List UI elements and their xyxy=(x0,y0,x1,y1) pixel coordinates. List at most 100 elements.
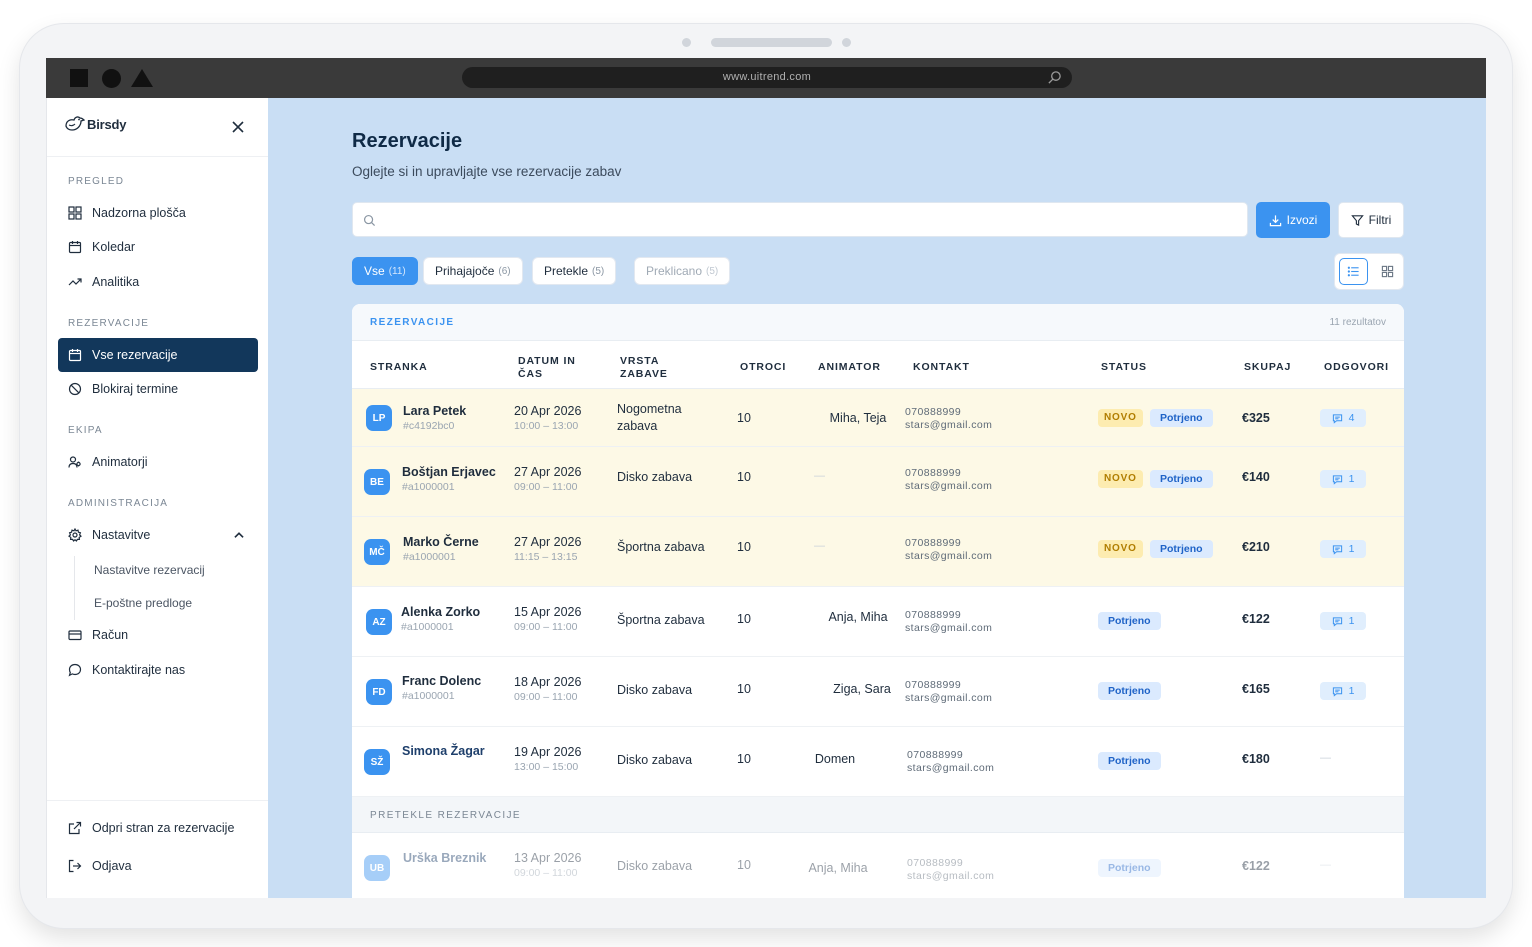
replies-button[interactable]: 1 xyxy=(1320,470,1366,488)
kids-count: 10 xyxy=(737,612,751,626)
search-box[interactable] xyxy=(352,202,1248,237)
column-header-status[interactable]: STATUS xyxy=(1101,361,1147,374)
tab-count: (6) xyxy=(498,265,511,277)
tab-past[interactable]: Pretekle (5) xyxy=(532,257,617,285)
party-type: Disko zabava xyxy=(617,753,693,767)
sidebar-item-contact[interactable]: Kontaktirajte nas xyxy=(58,653,258,687)
new-badge: NOVO xyxy=(1098,540,1143,558)
search-icon[interactable] xyxy=(1047,70,1062,85)
table-row[interactable]: MČ Marko Černe #a1000001 27 Apr 2026 11:… xyxy=(352,517,1404,587)
animator: Ziga, Sara xyxy=(833,682,891,696)
party-type: Disko zabava xyxy=(617,470,693,484)
client-name[interactable]: Urška Breznik xyxy=(403,851,486,865)
sidebar-item-analytics[interactable]: Analitika xyxy=(58,265,258,299)
new-badge: NOVO xyxy=(1098,470,1143,488)
table-row[interactable]: BE Boštjan Erjavec #a1000001 27 Apr 2026… xyxy=(352,447,1404,517)
client-name[interactable]: Marko Černe xyxy=(403,535,479,549)
column-header-kids[interactable]: OTROCI xyxy=(740,361,786,374)
reservation-date: 18 Apr 2026 xyxy=(514,675,582,689)
divider xyxy=(47,800,269,801)
section-label-team: EKIPA xyxy=(68,425,103,436)
table-section-label: REZERVACIJE xyxy=(370,317,455,328)
sidebar-item-account[interactable]: Račun xyxy=(58,618,258,652)
table-row[interactable]: AZ Alenka Zorko #a1000001 15 Apr 2026 09… xyxy=(352,587,1404,657)
close-icon[interactable] xyxy=(231,120,245,134)
search-input[interactable] xyxy=(383,203,1233,236)
sidebar-item-logout[interactable]: Odjava xyxy=(58,849,258,883)
total-amount: €122 xyxy=(1242,612,1270,626)
replies-button[interactable]: 1 xyxy=(1320,682,1366,700)
grid-view-button[interactable] xyxy=(1373,258,1401,285)
sidebar-item-label: Kontaktirajte nas xyxy=(92,663,186,677)
speaker-bar xyxy=(711,38,832,47)
brand-logo[interactable]: Birsdy xyxy=(63,114,126,134)
reservation-time: 09:00 – 11:00 xyxy=(514,481,578,493)
column-header-datetime[interactable]: DATUM IN ČAS xyxy=(518,355,576,381)
table-row[interactable]: SŽ Simona Žagar 19 Apr 2026 13:00 – 15:0… xyxy=(352,727,1404,797)
client-name[interactable]: Simona Žagar xyxy=(402,744,485,758)
column-header-client[interactable]: STRANKA xyxy=(370,361,428,374)
contact-email: stars@gmail.com xyxy=(905,419,993,431)
page-subtitle: Oglejte si in upravljajte vse rezervacij… xyxy=(352,164,622,179)
table-row[interactable]: UB Urška Breznik 13 Apr 2026 09:00 – 11:… xyxy=(352,833,1404,898)
export-button[interactable]: Izvozi xyxy=(1256,202,1330,238)
sidebar-item-label: Račun xyxy=(92,628,129,642)
party-type: Disko zabava xyxy=(617,859,693,873)
screen: www.uitrend.com Birsdy PREGLED Nadzorna … xyxy=(46,58,1486,898)
address-bar[interactable]: www.uitrend.com xyxy=(462,67,1072,88)
chevron-up-icon[interactable] xyxy=(232,528,246,542)
column-header-animator[interactable]: ANIMATOR xyxy=(818,361,881,374)
users-icon xyxy=(68,456,81,468)
status-badge: Potrjeno xyxy=(1150,540,1213,558)
status-badge: Potrjeno xyxy=(1150,470,1213,488)
reservation-time: 09:00 – 11:00 xyxy=(514,867,578,879)
client-name[interactable]: Lara Petek xyxy=(403,404,466,418)
column-header-type[interactable]: VRSTA ZABAVE xyxy=(620,355,668,381)
reservation-time: 09:00 – 11:00 xyxy=(514,691,578,703)
kids-count: 10 xyxy=(737,752,751,766)
gear-icon xyxy=(68,528,82,542)
replies-button[interactable]: 1 xyxy=(1320,540,1366,558)
sidebar-item-label: Blokiraj termine xyxy=(92,382,179,396)
tab-count: (5) xyxy=(706,265,719,277)
reservation-id: #a1000001 xyxy=(403,551,456,563)
url-text: www.uitrend.com xyxy=(722,71,812,83)
replies-button[interactable]: 1 xyxy=(1320,612,1366,630)
submenu-line xyxy=(74,556,75,620)
replies-button[interactable]: 4 xyxy=(1320,409,1366,427)
table-row[interactable]: LP Lara Petek #c4192bc0 20 Apr 2026 10:0… xyxy=(352,389,1404,447)
column-header-replies[interactable]: ODGOVORI xyxy=(1324,361,1389,374)
sidebar-item-open-booking-page[interactable]: Odpri stran za rezervacije xyxy=(58,811,258,845)
client-name[interactable]: Franc Dolenc xyxy=(402,674,481,688)
filter-button[interactable]: Filtri xyxy=(1338,202,1404,238)
sidebar-item-animators[interactable]: Animatorji xyxy=(58,445,258,479)
sidebar-item-settings[interactable]: Nastavitve xyxy=(58,518,258,552)
client-name[interactable]: Alenka Zorko xyxy=(401,605,480,619)
replies-empty: — xyxy=(1320,752,1331,764)
sidebar-item-calendar[interactable]: Koledar xyxy=(58,230,258,264)
sidebar-subitem-email-templates[interactable]: E-poštne predloge xyxy=(94,596,192,610)
tab-cancelled[interactable]: Preklicano (5) xyxy=(634,257,731,285)
sidebar-item-dashboard[interactable]: Nadzorna plošča xyxy=(58,196,258,230)
ban-icon xyxy=(68,382,82,396)
column-header-total[interactable]: SKUPAJ xyxy=(1244,361,1291,374)
tab-all[interactable]: Vse (11) xyxy=(352,257,418,285)
client-name[interactable]: Boštjan Erjavec xyxy=(402,465,496,479)
card-icon xyxy=(68,630,82,641)
list-view-button[interactable] xyxy=(1339,258,1368,285)
page-title: Rezervacije xyxy=(352,130,463,152)
divider xyxy=(47,156,269,157)
table-row[interactable]: FD Franc Dolenc #a1000001 18 Apr 2026 09… xyxy=(352,657,1404,727)
tab-upcoming[interactable]: Prihajajoče (6) xyxy=(423,257,523,285)
contact-phone: 070888999 xyxy=(905,467,962,479)
column-header-contact[interactable]: KONTAKT xyxy=(913,361,970,374)
sidebar-item-label: Analitika xyxy=(92,275,140,289)
export-label: Izvozi xyxy=(1286,213,1318,227)
sidebar-subitem-reservation-settings[interactable]: Nastavitve rezervacij xyxy=(94,563,205,577)
sidebar-item-block-dates[interactable]: Blokiraj termine xyxy=(58,372,258,406)
logout-icon xyxy=(68,859,82,873)
section-label-past: PRETEKLE REZERVACIJE xyxy=(370,810,521,821)
contact-phone: 070888999 xyxy=(907,857,964,869)
reservation-date: 19 Apr 2026 xyxy=(514,745,582,759)
sidebar-item-all-reservations[interactable]: Vse rezervacije xyxy=(58,338,258,372)
